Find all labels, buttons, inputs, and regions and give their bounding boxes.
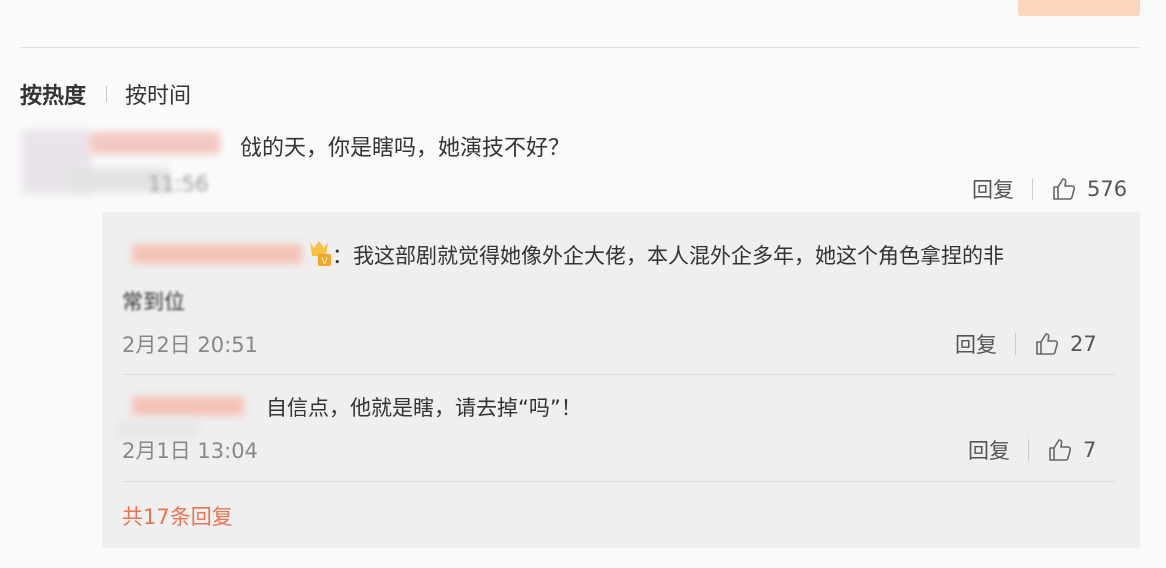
sort-by-time-tab[interactable]: 按时间 xyxy=(125,78,191,110)
view-all-replies-link[interactable]: 共17条回复 xyxy=(122,501,233,531)
reply-text: 自信点，他就是瞎，请去掉“吗”！ xyxy=(266,396,582,420)
thumb-up-icon[interactable] xyxy=(1047,437,1073,463)
top-action-button[interactable] xyxy=(1018,0,1140,16)
reply-actions: 回复 7 xyxy=(968,435,1096,465)
comment-actions: 回复 576 xyxy=(972,174,1127,204)
reply-text: ：我这部剧就觉得她像外企大佬，本人混外企多年，她这个角色拿捏的非 xyxy=(332,244,1004,268)
sort-by-hot-tab[interactable]: 按热度 xyxy=(20,78,86,110)
like-count: 576 xyxy=(1087,177,1128,201)
thumb-up-icon[interactable] xyxy=(1051,176,1077,202)
sort-bar: 按热度 按时间 xyxy=(20,78,191,110)
action-divider xyxy=(1028,439,1029,461)
reply-button[interactable]: 回复 xyxy=(972,174,1014,204)
reply-actions: 回复 27 xyxy=(955,329,1097,359)
like-count: 27 xyxy=(1070,332,1097,356)
sort-divider xyxy=(106,86,108,102)
reply-timestamp: 2月1日 13:04 xyxy=(122,439,258,463)
vip-badge-icon: V xyxy=(310,241,331,267)
reply-text-continued: 常到位 xyxy=(122,290,185,314)
divider xyxy=(20,47,1140,48)
reply-timestamp: 2月2日 20:51 xyxy=(122,333,258,357)
reply-divider xyxy=(122,481,1116,482)
comment-text: 戗的天，你是瞎吗，她演技不好？ xyxy=(240,136,571,161)
reply-button[interactable]: 回复 xyxy=(968,435,1010,465)
action-divider xyxy=(1015,333,1016,355)
like-count: 7 xyxy=(1083,438,1097,462)
action-divider xyxy=(1032,178,1033,200)
reply-divider xyxy=(122,374,1116,375)
comment-timestamp: 11:56 xyxy=(148,172,209,196)
reply-button[interactable]: 回复 xyxy=(955,329,997,359)
thumb-up-icon[interactable] xyxy=(1034,331,1060,357)
svg-text:V: V xyxy=(321,257,328,267)
